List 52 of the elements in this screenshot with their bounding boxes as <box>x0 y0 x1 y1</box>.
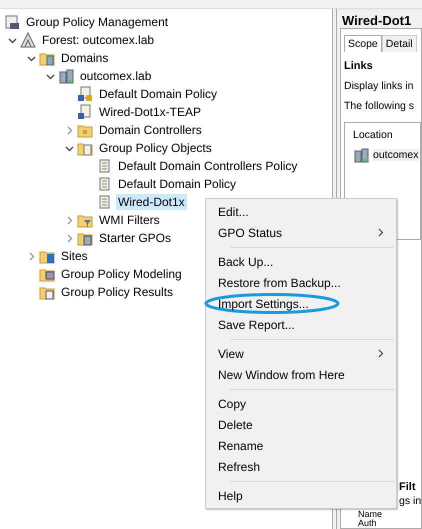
chevron-right-icon[interactable] <box>64 234 74 242</box>
table-cell[interactable]: Auth <box>344 519 421 528</box>
tree-item[interactable]: Domains <box>59 50 110 66</box>
menu-item[interactable]: Rename <box>210 435 392 456</box>
tree-item[interactable]: Group Policy Objects <box>97 140 214 156</box>
menu-item[interactable]: Delete <box>210 414 392 435</box>
column-header[interactable]: Location <box>353 129 420 141</box>
menu-item[interactable]: View <box>210 343 392 364</box>
tree-item[interactable]: Group Policy Modeling <box>59 266 184 282</box>
menu-item[interactable]: New Window from Here <box>210 364 392 385</box>
table-cell[interactable]: outcomex <box>373 149 419 161</box>
tree-item[interactable]: Forest: outcomex.lab <box>40 32 156 48</box>
tree-item[interactable]: Wired-Dot1x <box>116 194 187 210</box>
server-icon <box>58 68 74 84</box>
menu-item[interactable]: Restore from Backup... <box>210 272 392 293</box>
chevron-right-icon[interactable] <box>64 126 74 134</box>
tree-item[interactable]: Default Domain Policy <box>116 176 238 192</box>
tree-item[interactable]: outcomex.lab <box>78 68 154 84</box>
tree-item[interactable]: WMI Filters <box>97 212 162 228</box>
panel-title: Wired-Dot1 <box>341 13 412 28</box>
tree-item[interactable]: Wired-Dot1x-TEAP <box>97 104 204 120</box>
menu-item[interactable]: Copy <box>210 393 392 414</box>
section-heading: Links <box>344 60 374 72</box>
tree-item[interactable]: Sites <box>59 248 90 264</box>
chevron-right-icon[interactable] <box>64 216 74 224</box>
server-icon <box>353 147 369 163</box>
chevron-down-icon[interactable] <box>46 72 54 80</box>
tree-item[interactable]: Starter GPOs <box>97 230 174 246</box>
tab[interactable]: Scope <box>344 35 382 52</box>
chevron-down-icon[interactable] <box>26 54 36 62</box>
menu-item[interactable]: Import Settings... <box>210 293 392 314</box>
tree-item[interactable]: Domain Controllers <box>97 122 204 138</box>
description-text: gs in <box>398 495 421 507</box>
tab[interactable]: Detail <box>382 35 417 52</box>
tree-item[interactable]: Group Policy Results <box>59 284 176 300</box>
menu-item[interactable]: Edit... <box>210 201 392 222</box>
triangle-icon <box>20 32 36 48</box>
note-text: The following s <box>344 100 416 112</box>
tree-item[interactable]: Default Domain Controllers Policy <box>116 158 300 174</box>
chevron-down-icon[interactable] <box>64 144 74 152</box>
tree-item[interactable]: Default Domain Policy <box>97 86 220 102</box>
description-text: Display links in <box>344 80 414 92</box>
section-heading: Filt <box>398 481 416 493</box>
menu-item[interactable]: Back Up... <box>210 251 392 272</box>
column-header[interactable]: Name <box>344 510 421 519</box>
chevron-down-icon[interactable] <box>8 36 16 44</box>
menu-item[interactable]: Refresh <box>210 456 392 477</box>
menu-item[interactable]: Help <box>210 485 392 506</box>
tree-item[interactable]: Group Policy Management <box>24 14 170 30</box>
menu-item[interactable]: Save Report... <box>210 314 392 335</box>
menu-item[interactable]: GPO Status <box>210 222 392 243</box>
chevron-right-icon[interactable] <box>26 252 36 260</box>
